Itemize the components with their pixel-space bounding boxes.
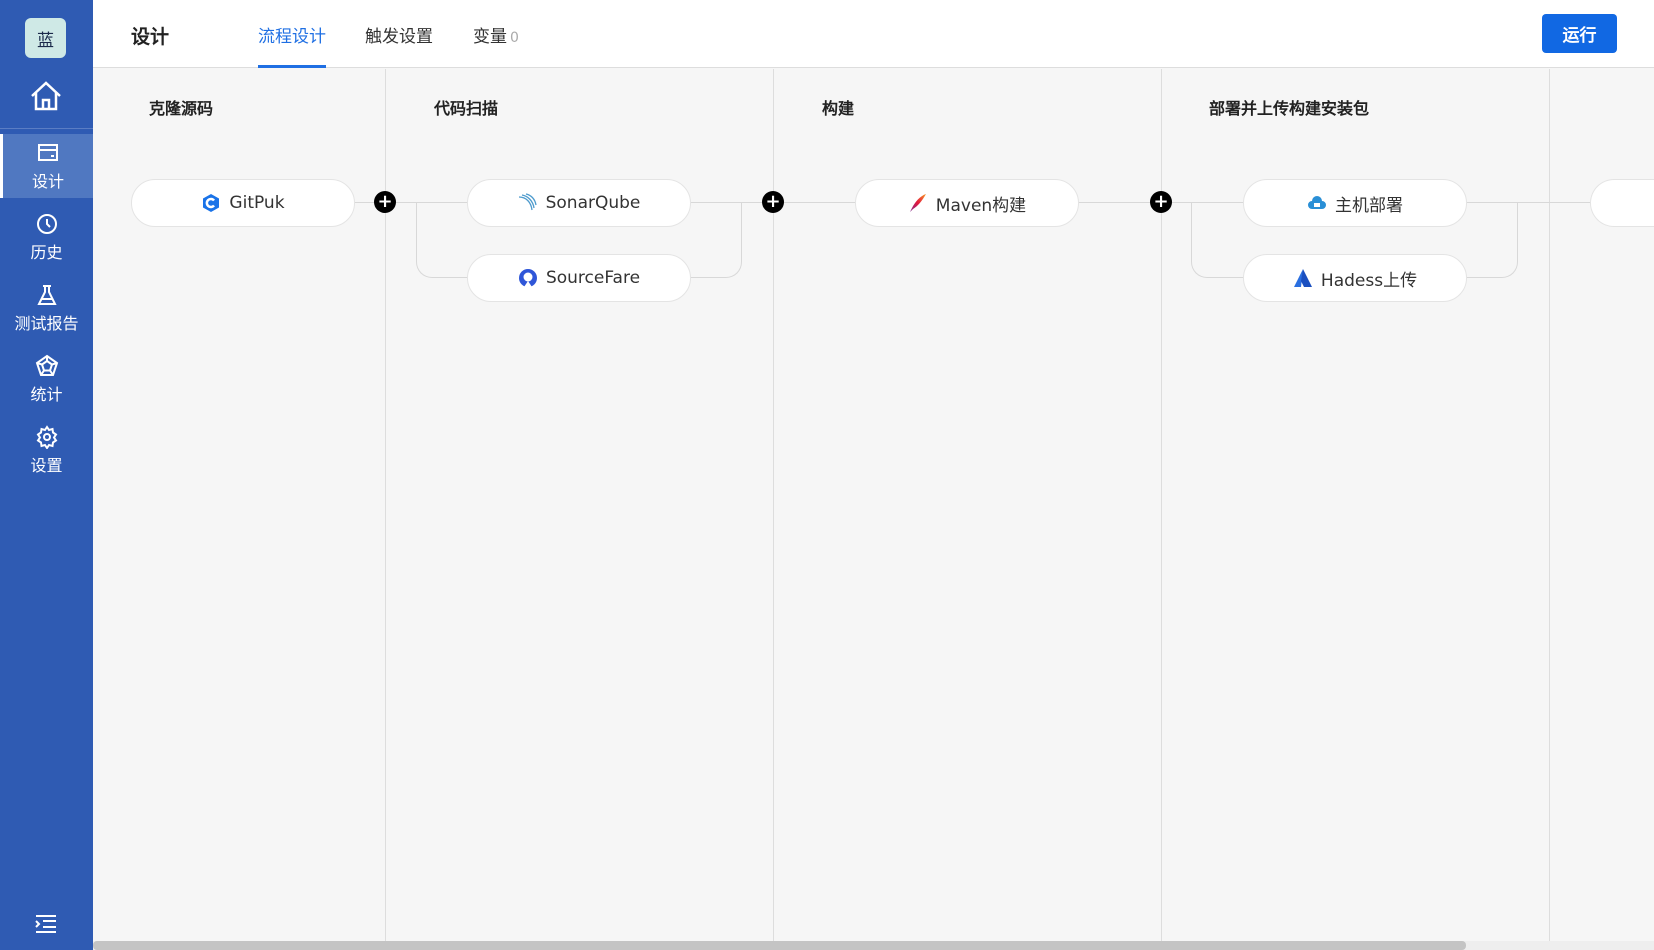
stage-title: 代码扫描	[434, 99, 499, 118]
task-label: 主机部署	[1335, 195, 1403, 216]
gear-icon	[36, 424, 57, 449]
sourcefare-icon	[518, 269, 537, 287]
sonarqube-icon	[518, 193, 537, 211]
sidebar-item-settings[interactable]: 设置	[0, 418, 93, 482]
tab-label: 触发设置	[365, 27, 433, 47]
sidebar-item-label: 统计	[30, 384, 63, 404]
page-title: 设计	[131, 26, 170, 48]
sidebar-item-label: 设置	[30, 455, 63, 475]
sidebar-item-label: 历史	[30, 242, 63, 262]
maven-feather-icon	[909, 194, 926, 212]
task-label: GitPuk	[229, 193, 285, 213]
sidebar-item-test-report[interactable]: 测试报告	[0, 276, 93, 340]
horizontal-scrollbar[interactable]	[93, 941, 1654, 950]
task-node-maven[interactable]: Maven构建	[855, 179, 1079, 227]
stage-title: 构建	[822, 99, 855, 118]
task-node-partial[interactable]	[1590, 179, 1654, 227]
branch-connector	[1466, 202, 1518, 278]
sidebar-item-history[interactable]: 历史	[0, 205, 93, 269]
task-label: Hadess上传	[1320, 270, 1418, 291]
cloud-icon	[1308, 196, 1326, 209]
tab-variables[interactable]: 变量 0	[473, 22, 519, 68]
gitpuk-icon	[203, 194, 220, 212]
add-stage-button[interactable]: +	[762, 191, 784, 213]
stage-title: 克隆源码	[149, 99, 214, 118]
task-node-sonarqube[interactable]: SonarQube	[467, 179, 691, 227]
sidebar-item-design[interactable]: 设计	[0, 134, 93, 198]
task-node-sourcefare[interactable]: SourceFare	[467, 254, 691, 302]
scrollbar-thumb[interactable]	[93, 941, 1466, 950]
header: 设计 流程设计 触发设置 变量 0 运行	[93, 0, 1654, 68]
task-node-host-deploy[interactable]: 主机部署	[1243, 179, 1467, 227]
sidebar-item-label: 设计	[31, 171, 64, 191]
stage-title: 部署并上传构建安装包	[1209, 99, 1370, 118]
task-label: Maven构建	[935, 195, 1027, 216]
sidebar-item-statistics[interactable]: 统计	[0, 347, 93, 411]
add-stage-button[interactable]: +	[1150, 191, 1172, 213]
stage-divider	[1549, 69, 1550, 941]
tab-label: 流程设计	[258, 27, 326, 47]
card-icon	[38, 143, 58, 161]
branch-connector	[416, 202, 468, 278]
branch-connector	[690, 202, 742, 278]
run-button[interactable]: 运行	[1542, 14, 1617, 53]
task-node-hadess-upload[interactable]: Hadess上传	[1243, 254, 1467, 302]
tab-flow-design[interactable]: 流程设计	[258, 22, 326, 68]
task-label: SonarQube	[545, 193, 641, 213]
task-label: SourceFare	[545, 268, 641, 288]
flask-icon	[36, 284, 57, 305]
task-node-gitpuk[interactable]: GitPuk	[131, 179, 355, 227]
sidebar-divider	[0, 128, 93, 129]
tab-label: 变量	[473, 27, 507, 47]
collapse-menu-icon[interactable]	[34, 914, 58, 934]
hadess-icon	[1293, 269, 1312, 287]
tab-trigger-settings[interactable]: 触发设置	[365, 22, 433, 68]
pentagon-icon	[35, 354, 58, 376]
app-logo[interactable]: 蓝	[25, 18, 66, 58]
clock-icon	[36, 213, 57, 234]
add-stage-button[interactable]: +	[374, 191, 396, 213]
sidebar: 蓝 设计 历史 测试报告 统计 设置	[0, 0, 93, 950]
variable-count: 0	[510, 30, 519, 46]
branch-connector	[1191, 202, 1244, 278]
home-icon[interactable]	[29, 80, 63, 112]
sidebar-item-label: 测试报告	[14, 313, 79, 333]
